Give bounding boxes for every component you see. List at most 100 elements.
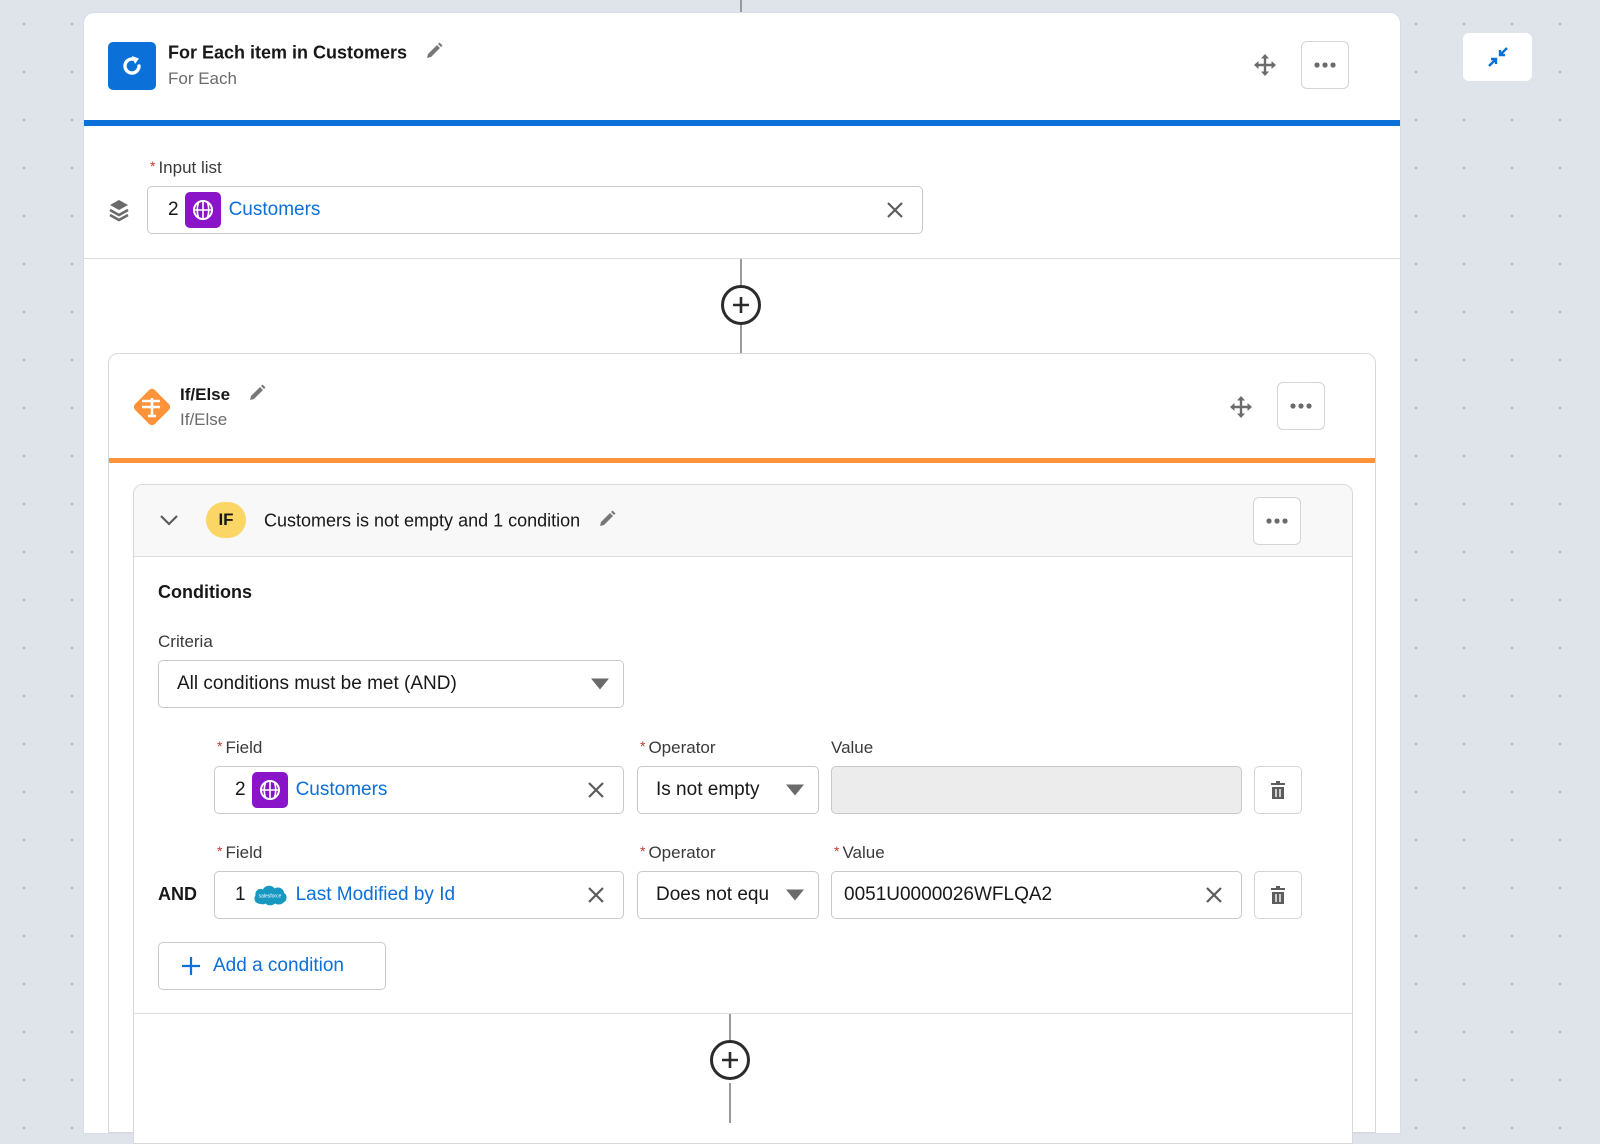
input-list-label: * Input list [150, 158, 222, 178]
input-list-section: * Input list 2 Customers [84, 126, 1400, 259]
add-step-button[interactable] [721, 285, 761, 325]
foreach-more-actions-button[interactable] [1301, 41, 1349, 89]
step-number: 2 [235, 779, 246, 800]
and-connector-label: AND [158, 884, 197, 904]
caret-down-icon [591, 678, 609, 690]
salesforce-cloud-icon: salesforce [252, 882, 288, 908]
caret-down-icon [786, 889, 804, 901]
required-asterisk: * [150, 158, 156, 174]
condition-1-field-label: * Field [217, 738, 262, 758]
loop-refresh-icon [108, 42, 156, 90]
if-branch-panel: IF Customers is not empty and 1 conditio… [133, 484, 1353, 1144]
foreach-step-subtitle: For Each [168, 69, 237, 88]
add-step-in-branch-button[interactable] [710, 1040, 750, 1080]
chevron-down-icon[interactable] [158, 509, 180, 536]
field-label-text: Field [225, 843, 263, 862]
criteria-select[interactable]: All conditions must be met (AND) [158, 660, 624, 708]
foreach-step-card: For Each item in Customers For Each * Inp… [84, 13, 1400, 1144]
more-dots-icon [1290, 403, 1312, 409]
move-icon[interactable] [1254, 54, 1276, 81]
if-branch-more-actions-button[interactable] [1253, 497, 1301, 545]
required-asterisk: * [640, 843, 646, 859]
required-asterisk: * [217, 738, 223, 754]
collapse-button[interactable] [1463, 33, 1532, 81]
if-badge: IF [206, 502, 246, 538]
required-asterisk: * [834, 843, 840, 859]
condition-1-delete-button[interactable] [1254, 766, 1302, 814]
add-condition-button[interactable]: Add a condition [158, 942, 386, 990]
edit-pencil-icon[interactable] [424, 41, 444, 66]
flow-connector-line [729, 1083, 731, 1123]
operator-label-text: Operator [648, 843, 716, 862]
input-list-field[interactable]: 2 Customers [147, 186, 923, 234]
condition-1-value-label: Value [831, 738, 874, 757]
value-label-text: Value [842, 843, 885, 862]
if-branch-summary-text: Customers is not empty and 1 condition [264, 510, 581, 531]
clear-field-icon[interactable] [587, 886, 605, 904]
flow-connector-line [740, 0, 742, 14]
add-condition-label: Add a condition [213, 955, 344, 976]
ifelse-step-header: If/Else If/Else [109, 354, 1375, 458]
condition-2-value-text: 0051U0000026WFLQA2 [844, 884, 1053, 905]
edit-pencil-icon[interactable] [597, 509, 617, 534]
condition-1-operator-label: * Operator [640, 738, 716, 758]
condition-2-operator-select[interactable]: Does not equ [637, 871, 819, 919]
if-branch-summary: Customers is not empty and 1 condition [264, 509, 617, 534]
condition-2-field-label: * Field [217, 843, 262, 863]
branch-divider [134, 1013, 1352, 1014]
condition-1-field-value: Customers [295, 779, 388, 800]
input-list-label-text: Input list [158, 158, 222, 177]
more-dots-icon [1314, 62, 1336, 68]
foreach-step-title-text: For Each item in Customers [168, 42, 408, 63]
move-icon[interactable] [1230, 396, 1252, 423]
criteria-label: Criteria [158, 632, 213, 651]
trash-icon [1271, 886, 1285, 904]
required-asterisk: * [640, 738, 646, 754]
globe-icon [184, 192, 221, 228]
ifelse-step-title-text: If/Else [180, 384, 231, 404]
more-dots-icon [1266, 518, 1288, 524]
condition-2-field-value: Last Modified by Id [295, 884, 456, 905]
condition-2-value-input[interactable]: 0051U0000026WFLQA2 [831, 871, 1242, 919]
ifelse-more-actions-button[interactable] [1277, 382, 1325, 430]
required-asterisk: * [217, 843, 223, 859]
condition-2-field-input[interactable]: 1 salesforce Last Modified by Id [214, 871, 624, 919]
trash-icon [1271, 781, 1285, 799]
layers-icon [108, 198, 130, 229]
connector-zone [84, 259, 1400, 355]
step-number: 2 [168, 199, 179, 220]
condition-2-operator-value: Does not equ [656, 884, 770, 905]
plus-icon [733, 297, 749, 313]
criteria-selected-value: All conditions must be met (AND) [177, 673, 457, 694]
condition-1-operator-select[interactable]: Is not empty [637, 766, 819, 814]
plus-icon [182, 957, 200, 975]
globe-icon [251, 772, 288, 808]
ifelse-step-card: If/Else If/Else IF Customers is not empt… [108, 353, 1376, 1144]
salesforce-badge-text: salesforce [258, 894, 281, 900]
clear-value-icon[interactable] [1205, 886, 1223, 904]
condition-1-operator-value: Is not empty [656, 779, 760, 800]
condition-1-value-input [831, 766, 1242, 814]
operator-label-text: Operator [648, 738, 716, 757]
foreach-step-header: For Each item in Customers For Each [84, 13, 1400, 120]
foreach-step-title: For Each item in Customers [168, 41, 444, 66]
clear-input-list-icon[interactable] [886, 201, 904, 219]
ifelse-step-title: If/Else [180, 383, 267, 408]
ifelse-accent-bar [109, 458, 1375, 463]
field-label-text: Field [225, 738, 263, 757]
condition-2-value-label: * Value [834, 843, 885, 863]
ifelse-step-subtitle: If/Else [180, 410, 228, 429]
condition-2-delete-button[interactable] [1254, 871, 1302, 919]
caret-down-icon [786, 784, 804, 796]
step-number: 1 [235, 884, 246, 905]
condition-1-field-input[interactable]: 2 Customers [214, 766, 624, 814]
edit-pencil-icon[interactable] [247, 383, 267, 408]
condition-2-operator-label: * Operator [640, 843, 716, 863]
input-list-value: Customers [228, 199, 321, 220]
if-branch-header: IF Customers is not empty and 1 conditio… [134, 485, 1352, 557]
signpost-icon [129, 384, 175, 430]
conditions-heading: Conditions [158, 582, 252, 602]
collapse-arrows-icon [1487, 47, 1508, 67]
clear-field-icon[interactable] [587, 781, 605, 799]
plus-icon [722, 1052, 738, 1068]
